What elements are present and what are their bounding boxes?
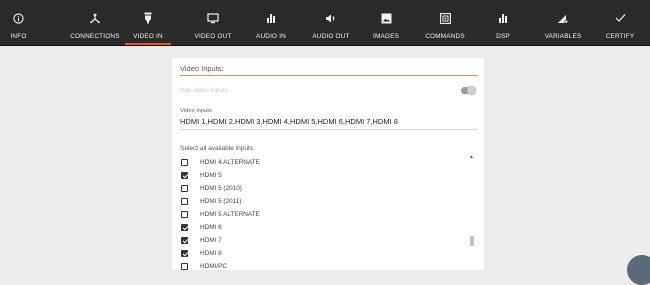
checkbox[interactable] — [181, 224, 188, 231]
has-video-inputs-label: Has video inputs — [180, 87, 229, 94]
list-item[interactable]: HDMI 6 — [180, 221, 222, 234]
checkbox[interactable] — [181, 263, 188, 270]
image-icon — [381, 11, 392, 25]
tab-video-in-label: VIDEO IN — [133, 33, 163, 40]
tab-audio-out-label: AUDIO OUT — [312, 33, 350, 40]
list-item-label: HDMI 5 — [200, 172, 222, 179]
section-underline — [180, 75, 478, 76]
checkbox[interactable] — [181, 172, 188, 179]
list-item-label: HDMI 8 — [200, 250, 222, 257]
list-item-label: HDMI/PC — [200, 263, 227, 270]
tab-certify-label: CERTIFY — [605, 33, 635, 40]
tab-dsp[interactable]: DSP — [494, 0, 512, 45]
tab-video-in[interactable]: VIDEO IN — [125, 0, 171, 45]
connections-icon — [89, 11, 101, 25]
check-icon — [615, 11, 626, 25]
tab-variables-label: VARIABLES — [544, 33, 582, 40]
tab-images[interactable]: IMAGES — [370, 0, 402, 45]
list-item[interactable]: HDMI 8 — [180, 247, 222, 260]
tab-connections[interactable]: CONNECTIONS — [67, 0, 123, 45]
tab-variables[interactable]: VARIABLES — [543, 0, 583, 45]
list-item[interactable]: HDMI 5 — [180, 169, 222, 182]
top-navigation-bar: INFO CONNECTIONS VIDEO IN VIDEO OUT AUDI… — [0, 0, 650, 46]
checkbox[interactable] — [181, 211, 188, 218]
scroll-up-arrow-icon[interactable]: ▲ — [469, 154, 474, 160]
checkbox[interactable] — [181, 250, 188, 257]
tab-audio-out[interactable]: AUDIO OUT — [309, 0, 353, 45]
toggle-knob — [467, 86, 476, 95]
tab-images-label: IMAGES — [372, 33, 400, 40]
checkbox[interactable] — [181, 159, 188, 166]
list-item-label: HDMI 7 — [200, 237, 222, 244]
bar-chart-icon — [498, 11, 508, 25]
tab-connections-label: CONNECTIONS — [70, 33, 120, 40]
list-item[interactable]: HDMI 5 (2010) — [180, 182, 242, 195]
variables-icon — [557, 11, 569, 25]
scrollbar-thumb[interactable] — [470, 236, 474, 246]
tab-audio-in[interactable]: AUDIO IN — [251, 0, 291, 45]
tab-commands-label: COMMANDS — [425, 33, 465, 40]
list-item-label: HDMI 5 (2010) — [200, 185, 242, 192]
list-scrollbar[interactable]: ▲ — [468, 154, 476, 270]
info-icon — [13, 11, 24, 25]
floating-action-button[interactable] — [627, 255, 650, 285]
video-inputs-underline — [180, 129, 478, 130]
video-in-icon — [143, 11, 153, 25]
tab-audio-in-label: AUDIO IN — [255, 33, 286, 40]
video-inputs-panel: Video Inputs: Has video inputs Video inp… — [172, 58, 484, 270]
list-item-label: HDMI 5 (2011) — [200, 198, 242, 205]
list-item[interactable]: HDMI/PC — [180, 260, 227, 270]
tab-commands[interactable]: COMMANDS — [423, 0, 467, 45]
checkbox[interactable] — [181, 185, 188, 192]
tab-info-label: INFO — [10, 33, 27, 40]
checkbox[interactable] — [181, 237, 188, 244]
monitor-icon — [207, 11, 219, 25]
bar-chart-icon — [266, 11, 276, 25]
section-title: Video Inputs: — [180, 64, 224, 73]
tab-info[interactable]: INFO — [0, 0, 37, 45]
list-item-label: HDMI 4 ALTERNATE — [200, 159, 260, 166]
tab-video-out[interactable]: VIDEO OUT — [191, 0, 235, 45]
list-item-label: HDMI 5 ALTERNATE — [200, 211, 260, 218]
inputs-checkbox-list: HDMI 4 ALTERNATE HDMI 5 HDMI 5 (2010) HD… — [180, 156, 476, 270]
video-inputs-label: Video inputs — [180, 108, 212, 114]
list-item[interactable]: HDMI 7 — [180, 234, 222, 247]
speaker-icon — [325, 11, 337, 25]
tab-video-out-label: VIDEO OUT — [194, 33, 232, 40]
has-video-inputs-toggle[interactable] — [461, 86, 476, 95]
video-inputs-field[interactable]: HDMI 1,HDMI 2,HDMI 3,HDMI 4,HDMI 5,HDMI … — [180, 117, 398, 126]
commands-icon — [439, 11, 451, 25]
list-item[interactable]: HDMI 5 (2011) — [180, 195, 241, 208]
tab-certify[interactable]: CERTIFY — [605, 0, 635, 45]
checkbox[interactable] — [181, 198, 188, 205]
select-inputs-label: Select all available inputs: — [180, 145, 255, 152]
list-item[interactable]: HDMI 4 ALTERNATE — [180, 156, 260, 169]
tab-dsp-label: DSP — [496, 33, 510, 40]
list-item[interactable]: HDMI 5 ALTERNATE — [180, 208, 260, 221]
list-item-label: HDMI 6 — [200, 224, 222, 231]
